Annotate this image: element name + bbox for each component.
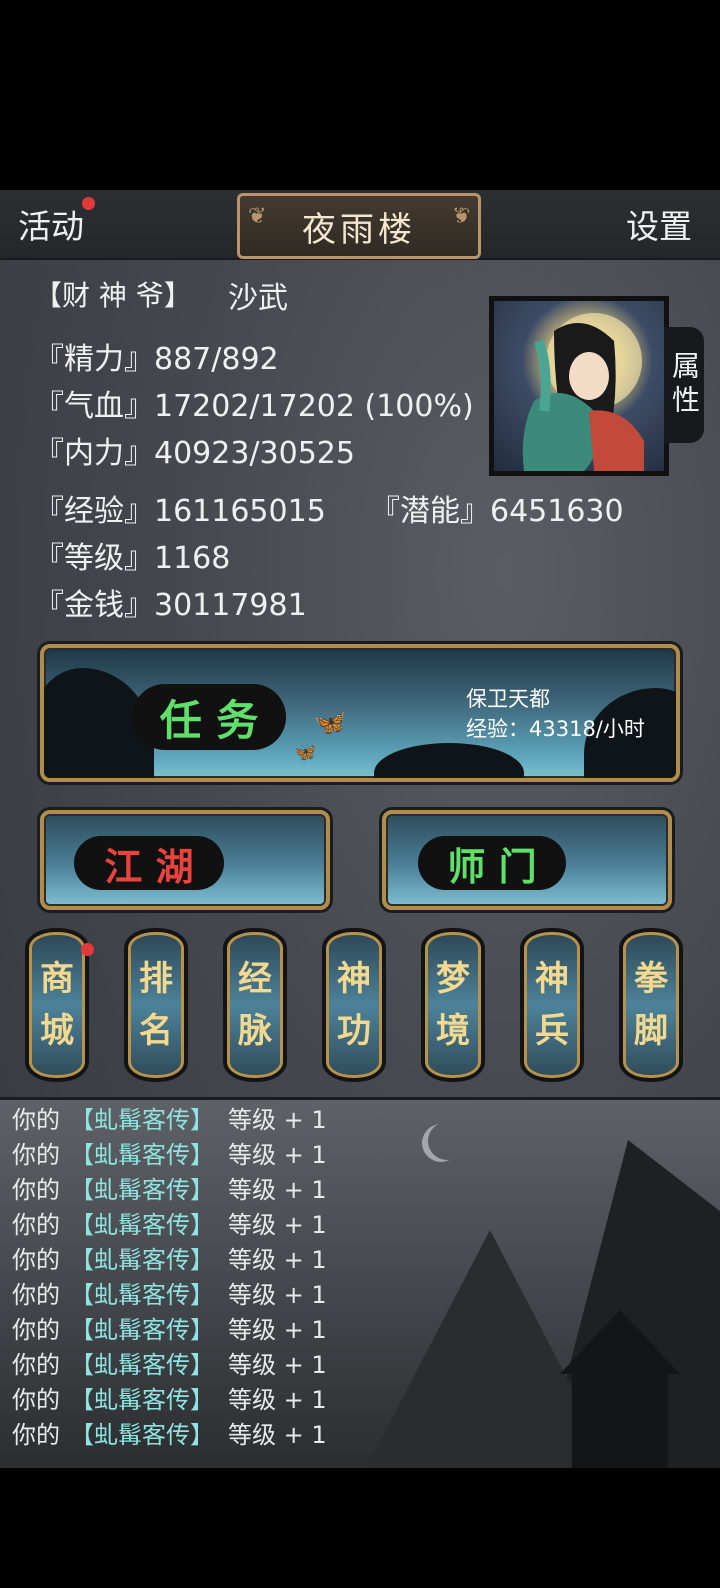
quest-label-text: 任 务 <box>159 695 259 745</box>
log-entry: 你的 【虬髯客传】 等级 + 1 <box>12 1106 327 1134</box>
tab-ranking[interactable]: 排 名 <box>124 928 188 1082</box>
tab-divine-weapon-bottom-char: 兵 <box>535 1011 569 1051</box>
shimen-button[interactable]: 师 门 <box>382 810 672 910</box>
character-illustration-icon <box>522 313 644 471</box>
butterfly-small-icon: 🦋 <box>294 742 317 763</box>
tab-meridian-bottom-char: 脉 <box>238 1011 272 1051</box>
jianghu-label: 江 湖 <box>74 836 224 890</box>
stat-blood: 『气血』17202/17202 (100%) <box>34 389 474 424</box>
stat-level: 『等级』1168 <box>34 541 231 576</box>
tab-shop-top-char: 商 <box>40 959 74 999</box>
quest-name: 保卫天都 <box>466 687 550 711</box>
quest-label[interactable]: 任 务 <box>132 684 286 750</box>
log-entry: 你的 【虬髯客传】 等级 + 1 <box>12 1421 327 1449</box>
attributes-tab[interactable]: 属性 <box>664 327 704 443</box>
hill-silhouette <box>374 743 524 778</box>
shimen-label: 师 门 <box>418 836 566 890</box>
player-name: 沙武 <box>228 281 288 316</box>
shop-notification-dot <box>81 943 94 956</box>
stat-experience: 『经验』161165015 <box>34 494 326 529</box>
quest-banner[interactable]: 任 务 🦋 🦋 保卫天都 经验：43318/小时 <box>40 644 680 782</box>
right-scroll-ornament-icon: ❦ <box>447 204 470 229</box>
butterfly-icon: 🦋 <box>314 708 347 738</box>
location-title-plate: ❦ 夜雨楼 ❦ <box>237 193 481 259</box>
tab-fist-kick[interactable]: 拳 脚 <box>619 928 683 1082</box>
tab-fist-kick-top-char: 拳 <box>634 959 668 999</box>
player-title: 【财 神 爷】 <box>34 279 192 312</box>
stat-energy: 『精力』887/892 <box>34 342 279 377</box>
location-title: 夜雨楼 <box>302 209 416 250</box>
tab-meridian-top-char: 经 <box>238 959 272 999</box>
settings-button[interactable]: 设置 <box>626 200 692 248</box>
tab-divine-skill[interactable]: 神 功 <box>322 928 386 1082</box>
log-entry: 你的 【虬髯客传】 等级 + 1 <box>12 1141 327 1169</box>
tab-divine-weapon[interactable]: 神 兵 <box>520 928 584 1082</box>
stat-potential: 『潜能』6451630 <box>370 494 624 529</box>
shimen-label-text: 师 门 <box>447 843 537 889</box>
tab-divine-skill-bottom-char: 功 <box>337 1011 371 1051</box>
stat-money: 『金钱』30117981 <box>34 588 307 623</box>
tab-shop[interactable]: 商 城 <box>25 928 89 1082</box>
log-entry: 你的 【虬髯客传】 等级 + 1 <box>12 1351 327 1379</box>
tab-meridian[interactable]: 经 脉 <box>223 928 287 1082</box>
tab-shop-bottom-char: 城 <box>40 1011 74 1051</box>
stat-inner-power: 『内力』40923/30525 <box>34 436 355 471</box>
jianghu-button[interactable]: 江 湖 <box>40 810 330 910</box>
quest-exp-rate: 经验：43318/小时 <box>466 717 645 741</box>
tab-dream[interactable]: 梦 境 <box>421 928 485 1082</box>
left-scroll-ornament-icon: ❦ <box>248 204 271 229</box>
tab-ranking-top-char: 排 <box>139 959 173 999</box>
tab-dream-bottom-char: 境 <box>436 1011 470 1051</box>
log-entry: 你的 【虬髯客传】 等级 + 1 <box>12 1386 327 1414</box>
tab-fist-kick-bottom-char: 脚 <box>634 1011 668 1051</box>
activity-button[interactable]: 活动 <box>18 200 84 248</box>
character-portrait[interactable] <box>489 296 669 476</box>
tab-divine-weapon-top-char: 神 <box>535 959 569 999</box>
activity-notification-dot <box>82 197 95 210</box>
log-entry: 你的 【虬髯客传】 等级 + 1 <box>12 1211 327 1239</box>
jianghu-label-text: 江 湖 <box>104 843 194 889</box>
log-entry: 你的 【虬髯客传】 等级 + 1 <box>12 1316 327 1344</box>
tab-divine-skill-top-char: 神 <box>337 959 371 999</box>
tab-ranking-bottom-char: 名 <box>139 1011 173 1051</box>
log-entry: 你的 【虬髯客传】 等级 + 1 <box>12 1176 327 1204</box>
crescent-moon-icon <box>428 1122 466 1160</box>
log-entry: 你的 【虬髯客传】 等级 + 1 <box>12 1246 327 1274</box>
log-entry: 你的 【虬髯客传】 等级 + 1 <box>12 1281 327 1309</box>
tab-dream-top-char: 梦 <box>436 959 470 999</box>
